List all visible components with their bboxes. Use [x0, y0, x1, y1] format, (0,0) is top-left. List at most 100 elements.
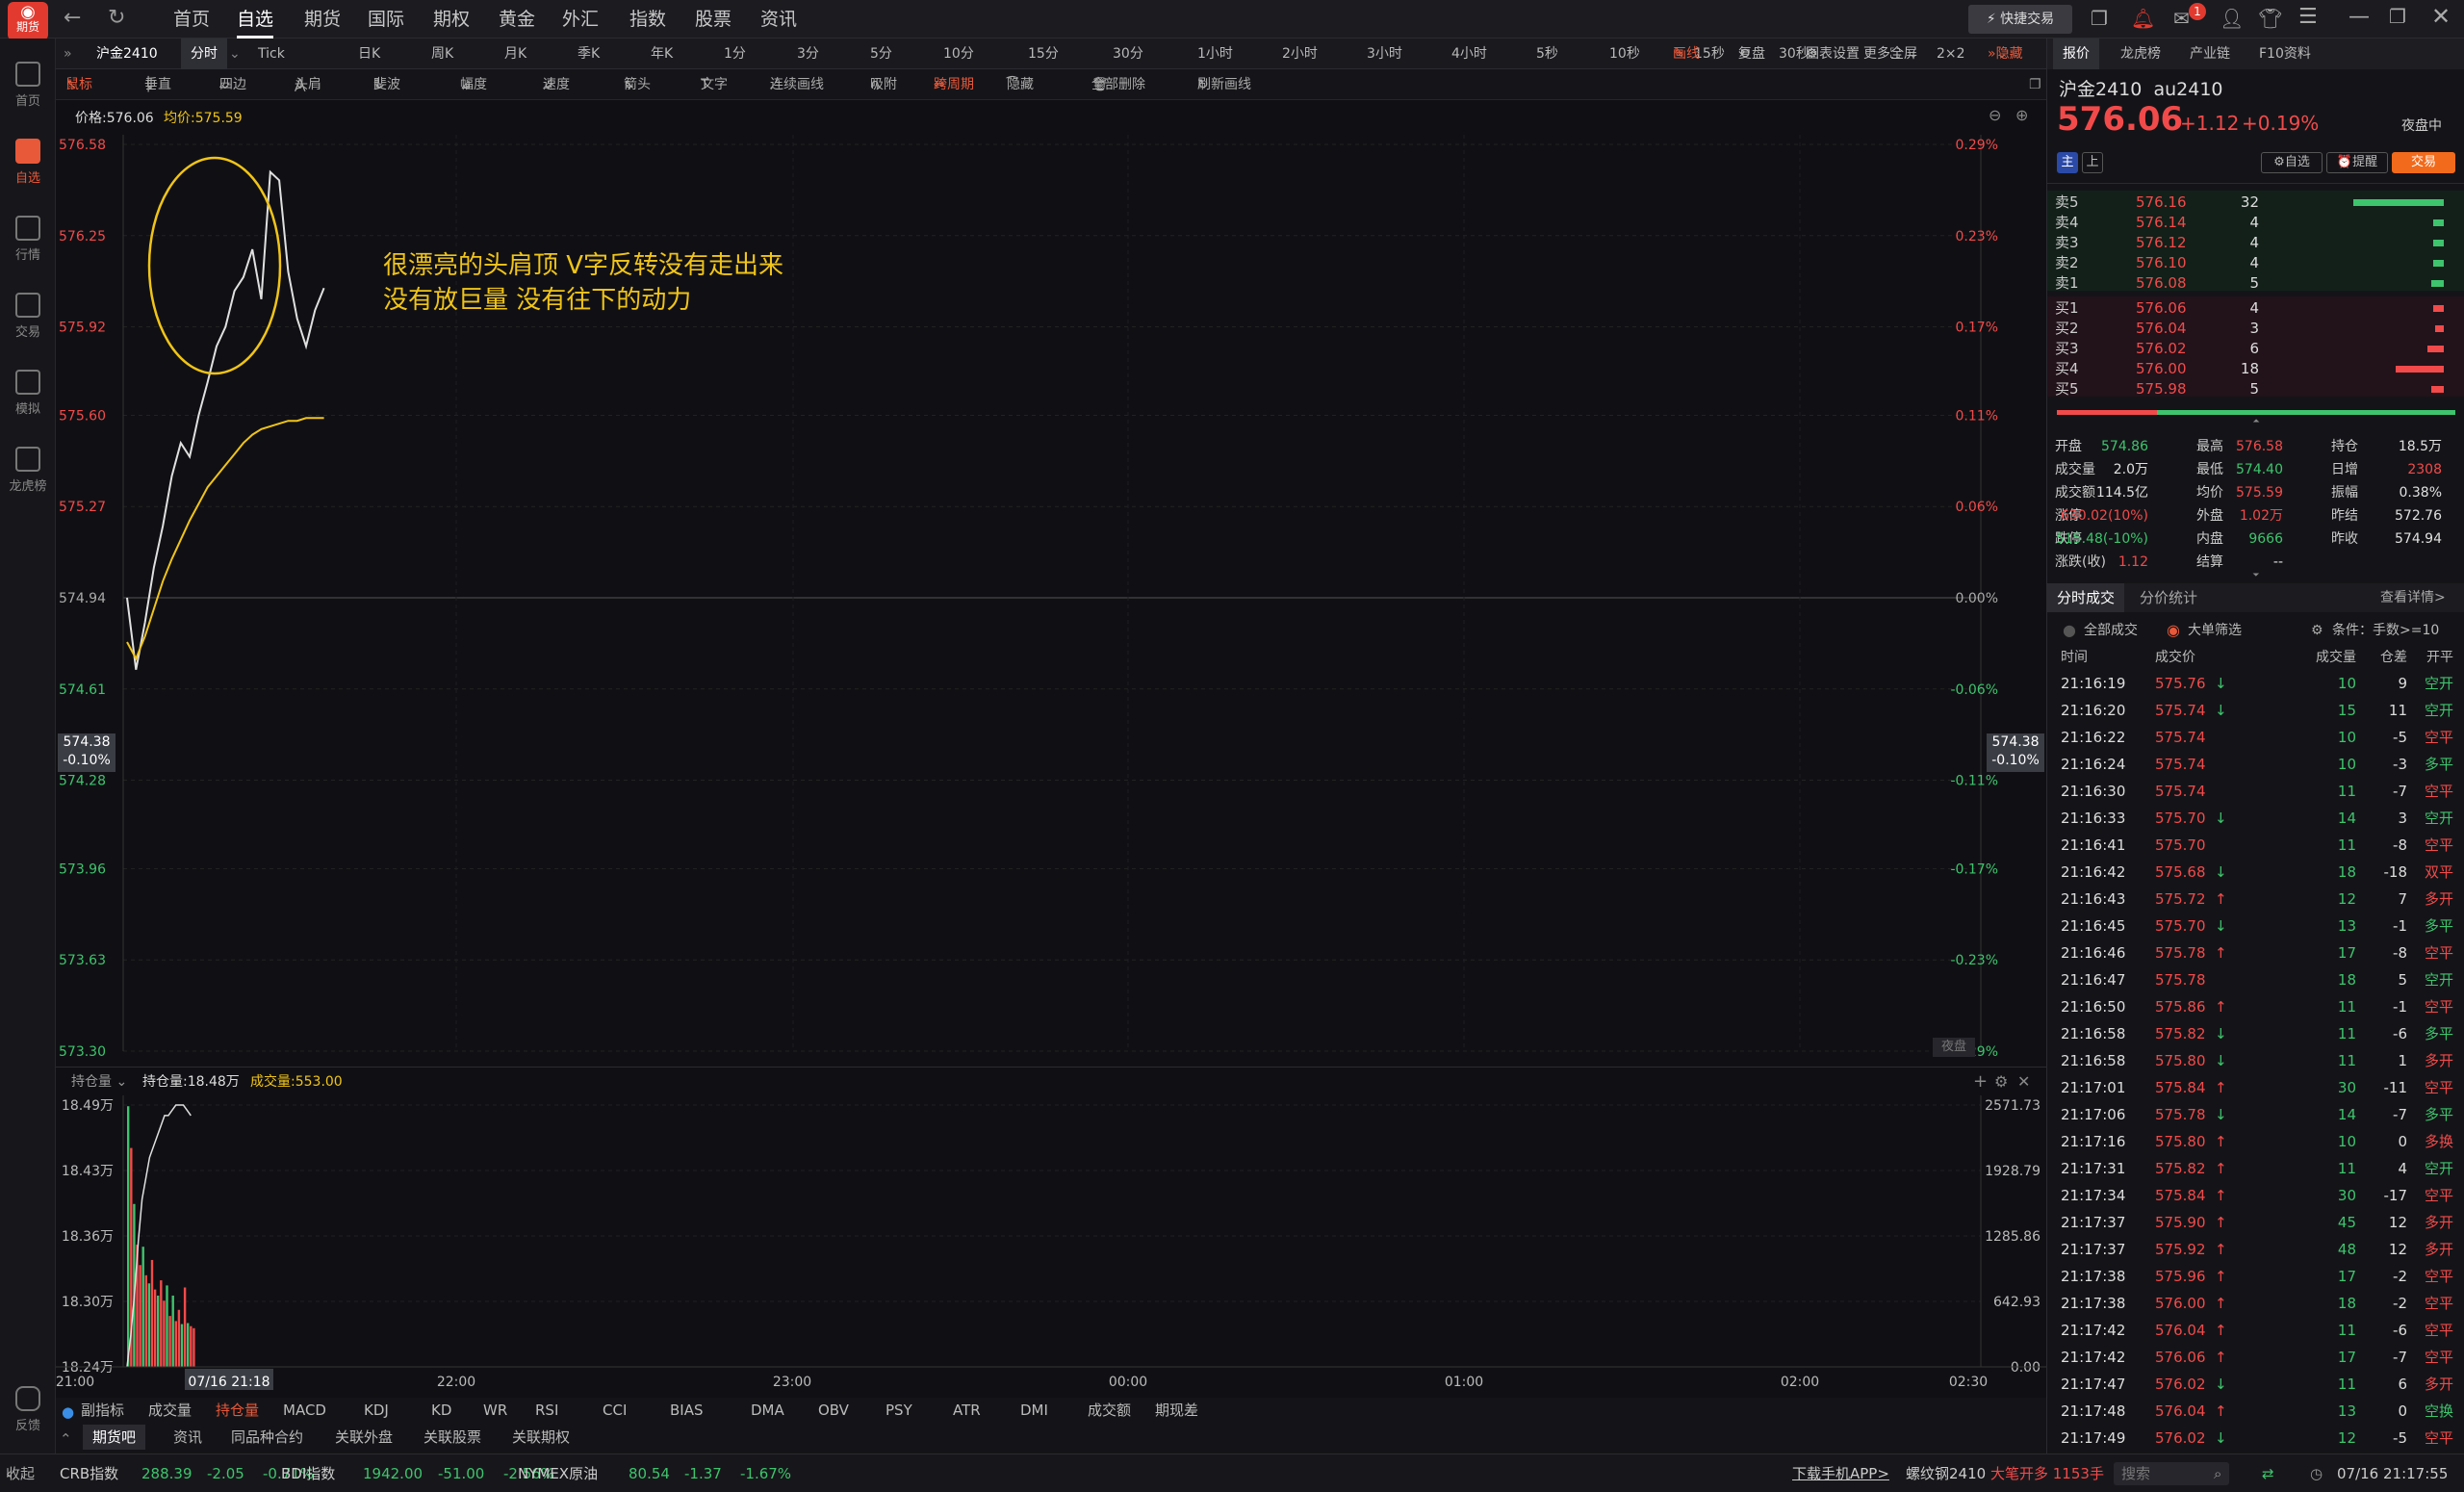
- collapse-up-icon[interactable]: ⌃: [60, 1427, 72, 1452]
- period-tab-18[interactable]: 10秒: [1609, 39, 1640, 69]
- ticker-name[interactable]: NYMEX原油: [518, 1454, 598, 1492]
- period-tab-15[interactable]: 3小时: [1367, 39, 1402, 69]
- bell-icon[interactable]: 🔔︎: [2131, 7, 2155, 30]
- quick-trade-button[interactable]: ⚡ 快捷交易: [1968, 5, 2072, 34]
- sidebar-item-2[interactable]: 行情: [0, 216, 56, 263]
- indicator-tab-13[interactable]: ATR: [953, 1398, 981, 1423]
- nav-item-6[interactable]: 外汇: [562, 0, 599, 39]
- sidebar-item-3[interactable]: 交易: [0, 293, 56, 340]
- mail-icon[interactable]: ✉: [2173, 7, 2190, 30]
- back-icon[interactable]: ←: [64, 6, 81, 30]
- period-tab-22[interactable]: 2×2: [1937, 39, 1965, 69]
- trade-row[interactable]: 21:16:45 575.70 ↓ 13 -1 多平: [2047, 913, 2464, 939]
- zoom-in-icon[interactable]: ⊕: [2015, 106, 2028, 124]
- period-tab-2[interactable]: 日K: [358, 39, 380, 69]
- indicator-tab-5[interactable]: KD: [431, 1398, 451, 1423]
- related-tab-4[interactable]: 关联股票: [424, 1425, 481, 1450]
- view-details-link[interactable]: 查看详情>: [2380, 583, 2446, 612]
- nav-item-3[interactable]: 国际: [368, 0, 404, 39]
- indicator-tab-1[interactable]: 成交量: [148, 1398, 192, 1423]
- trade-row[interactable]: 21:16:47 575.78 18 5 空开: [2047, 966, 2464, 993]
- book-row[interactable]: 卖1 576.08 5: [2047, 273, 2464, 294]
- search-icon[interactable]: ⌕: [2214, 1454, 2221, 1492]
- radio-checked-icon[interactable]: ◉: [2167, 616, 2180, 645]
- trade-row[interactable]: 21:16:42 575.68 ↓ 18 -18 双平: [2047, 859, 2464, 886]
- trade-row[interactable]: 21:17:42 576.04 ↑ 11 -6 空平: [2047, 1317, 2464, 1344]
- oi-volume-chart[interactable]: 18.49万 18.43万 18.36万 18.30万 18.24万 2571.73 19…: [56, 1095, 2046, 1398]
- skin-icon[interactable]: 👕︎: [2258, 7, 2282, 30]
- tab-time-sales[interactable]: 分时成交: [2047, 583, 2124, 612]
- radio-unchecked-icon[interactable]: ●: [2063, 616, 2076, 645]
- trade-row[interactable]: 21:16:58 575.80 ↓ 11 1 多开: [2047, 1047, 2464, 1074]
- zoom-out-icon[interactable]: ⊖: [1989, 106, 2001, 124]
- indicator-tab-9[interactable]: BIAS: [670, 1398, 704, 1423]
- indicator-tab-8[interactable]: CCI: [603, 1398, 627, 1423]
- period-tab-0[interactable]: 分时: [181, 39, 227, 69]
- trade-row[interactable]: 21:16:43 575.72 ↑ 12 7 多开: [2047, 886, 2464, 913]
- book-row[interactable]: 买4 576.00 18: [2047, 359, 2464, 379]
- trade-row[interactable]: 21:16:22 575.74 10 -5 空平: [2047, 724, 2464, 751]
- quote-tab-3[interactable]: F10资料: [2259, 39, 2311, 69]
- indicator-select[interactable]: 持仓量 ⌄: [71, 1068, 127, 1096]
- annotation-text[interactable]: 很漂亮的头肩顶 V字反转没有走出来 没有放巨量 没有往下的动力: [383, 248, 783, 318]
- book-row[interactable]: 买5 575.98 5: [2047, 379, 2464, 399]
- close-icon[interactable]: ✕: [2431, 3, 2451, 30]
- sidebar-item-0[interactable]: 首页: [0, 62, 56, 109]
- trade-row[interactable]: 21:17:37 575.90 ↑ 45 12 多开: [2047, 1209, 2464, 1236]
- price-alert-button[interactable]: ⏰提醒: [2326, 152, 2388, 173]
- quote-tab-0[interactable]: 报价: [2053, 39, 2099, 69]
- sidebar-item-5[interactable]: 龙虎榜: [0, 447, 56, 494]
- period-tab-7[interactable]: 1分: [724, 39, 746, 69]
- indicator-tab-16[interactable]: 期现差: [1155, 1398, 1198, 1423]
- indicator-tab-7[interactable]: RSI: [535, 1398, 558, 1423]
- menu-icon[interactable]: ☰: [2298, 5, 2318, 29]
- gear-icon[interactable]: ⚙: [1994, 1068, 2008, 1096]
- trade-row[interactable]: 21:17:06 575.78 ↓ 14 -7 多平: [2047, 1101, 2464, 1128]
- trade-row[interactable]: 21:16:33 575.70 ↓ 14 3 空开: [2047, 805, 2464, 832]
- period-tab-17[interactable]: 5秒: [1536, 39, 1558, 69]
- minimize-icon[interactable]: —: [2348, 5, 2370, 29]
- nav-item-8[interactable]: 股票: [695, 0, 732, 39]
- related-tab-1[interactable]: 资讯: [173, 1425, 202, 1450]
- related-tab-0[interactable]: 期货吧: [83, 1425, 146, 1450]
- filter-all-label[interactable]: 全部成交: [2084, 616, 2138, 645]
- quote-tab-2[interactable]: 产业链: [2190, 39, 2230, 69]
- trade-row[interactable]: 21:16:58 575.82 ↓ 11 -6 多平: [2047, 1020, 2464, 1047]
- download-app-link[interactable]: 下载手机APP>: [1792, 1454, 1889, 1492]
- collapse-handle-icon-2[interactable]: ⏷: [2047, 572, 2464, 580]
- app-logo[interactable]: ◉ 期货: [8, 2, 48, 40]
- sidebar-item-1[interactable]: 自选: [0, 139, 56, 186]
- search-input[interactable]: 搜索: [2114, 1462, 2229, 1485]
- period-tab-10[interactable]: 10分: [943, 39, 974, 69]
- period-tab-3[interactable]: 周K: [431, 39, 453, 69]
- indicator-tab-2[interactable]: 持仓量: [216, 1398, 259, 1423]
- sidebar-item-4[interactable]: 模拟: [0, 370, 56, 417]
- book-row[interactable]: 买2 576.04 3: [2047, 319, 2464, 339]
- add-favorite-button[interactable]: ⚙自选: [2261, 152, 2323, 173]
- trade-row[interactable]: 21:16:50 575.86 ↑ 11 -1 空平: [2047, 993, 2464, 1020]
- period-tab-11[interactable]: 15分: [1028, 39, 1059, 69]
- period-tab-14[interactable]: 2小时: [1282, 39, 1318, 69]
- ticker-name[interactable]: BDI指数: [281, 1454, 335, 1492]
- user-icon[interactable]: 👤︎: [2220, 7, 2244, 30]
- period-tab-1[interactable]: Tick: [258, 39, 285, 69]
- indicator-tab-3[interactable]: MACD: [283, 1398, 326, 1423]
- indicator-tab-10[interactable]: DMA: [751, 1398, 784, 1423]
- tab-price-stats[interactable]: 分价统计: [2140, 583, 2197, 612]
- close-indicator-icon[interactable]: ✕: [2017, 1068, 2030, 1096]
- indicator-tab-4[interactable]: KDJ: [364, 1398, 389, 1423]
- price-chart[interactable]: 576.58 576.25 575.92 575.60 575.27 574.94 574.…: [56, 100, 2046, 1063]
- book-row[interactable]: 卖4 576.14 4: [2047, 213, 2464, 233]
- trade-row[interactable]: 21:17:38 576.00 ↑ 18 -2 空平: [2047, 1290, 2464, 1317]
- related-tab-3[interactable]: 关联外盘: [335, 1425, 393, 1450]
- indicator-tab-11[interactable]: OBV: [818, 1398, 849, 1423]
- filter-big-label[interactable]: 大单筛选: [2188, 616, 2242, 645]
- quote-tab-1[interactable]: 龙虎榜: [2120, 39, 2161, 69]
- filter-condition[interactable]: 条件：手数>=10: [2332, 616, 2439, 645]
- trade-row[interactable]: 21:16:41 575.70 11 -8 空平: [2047, 832, 2464, 859]
- period-tab-12[interactable]: 30分: [1113, 39, 1143, 69]
- period-tab-13[interactable]: 1小时: [1197, 39, 1233, 69]
- book-row[interactable]: 卖2 576.10 4: [2047, 253, 2464, 273]
- book-row[interactable]: 卖3 576.12 4: [2047, 233, 2464, 253]
- related-tab-5[interactable]: 关联期权: [512, 1425, 570, 1450]
